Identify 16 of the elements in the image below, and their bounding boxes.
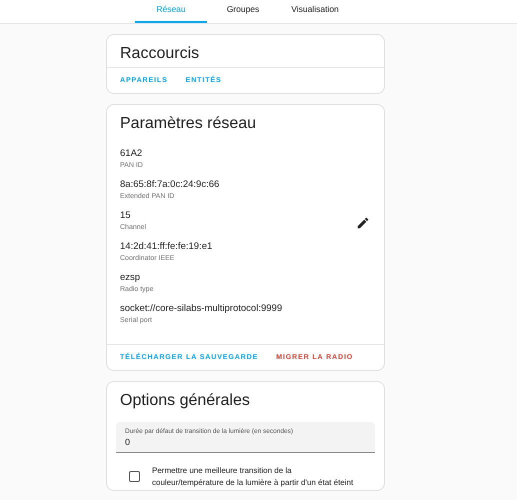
setting-value: 15 <box>120 210 131 221</box>
tab[interactable]: Réseau <box>135 0 207 23</box>
input-field[interactable]: 0 <box>125 437 366 447</box>
tab[interactable]: Groupes <box>207 0 279 23</box>
card-title: Raccourcis <box>119 44 200 64</box>
tab[interactable]: Visualisation <box>279 0 351 23</box>
setting-value: 8a:65:8f:7a:0c:24:9c:66 <box>120 179 220 190</box>
setting-value: ezsp <box>120 272 140 283</box>
checkbox-label: Permettre une meilleure transition de la couleur/température de la lumière à partir d'un état éteint <box>152 465 354 488</box>
card-title: Paramètres réseau <box>119 114 258 134</box>
edit-icon[interactable] <box>356 216 370 230</box>
checkbox[interactable] <box>129 471 140 482</box>
setting-value: 61A2 <box>120 148 142 159</box>
setting-value: 14:2d:41:ff:fe:fe:19:e1 <box>120 241 212 252</box>
setting-value: socket://core-silabs-multiprotocol:9999 <box>120 303 282 314</box>
card-title: Options générales <box>119 391 251 411</box>
